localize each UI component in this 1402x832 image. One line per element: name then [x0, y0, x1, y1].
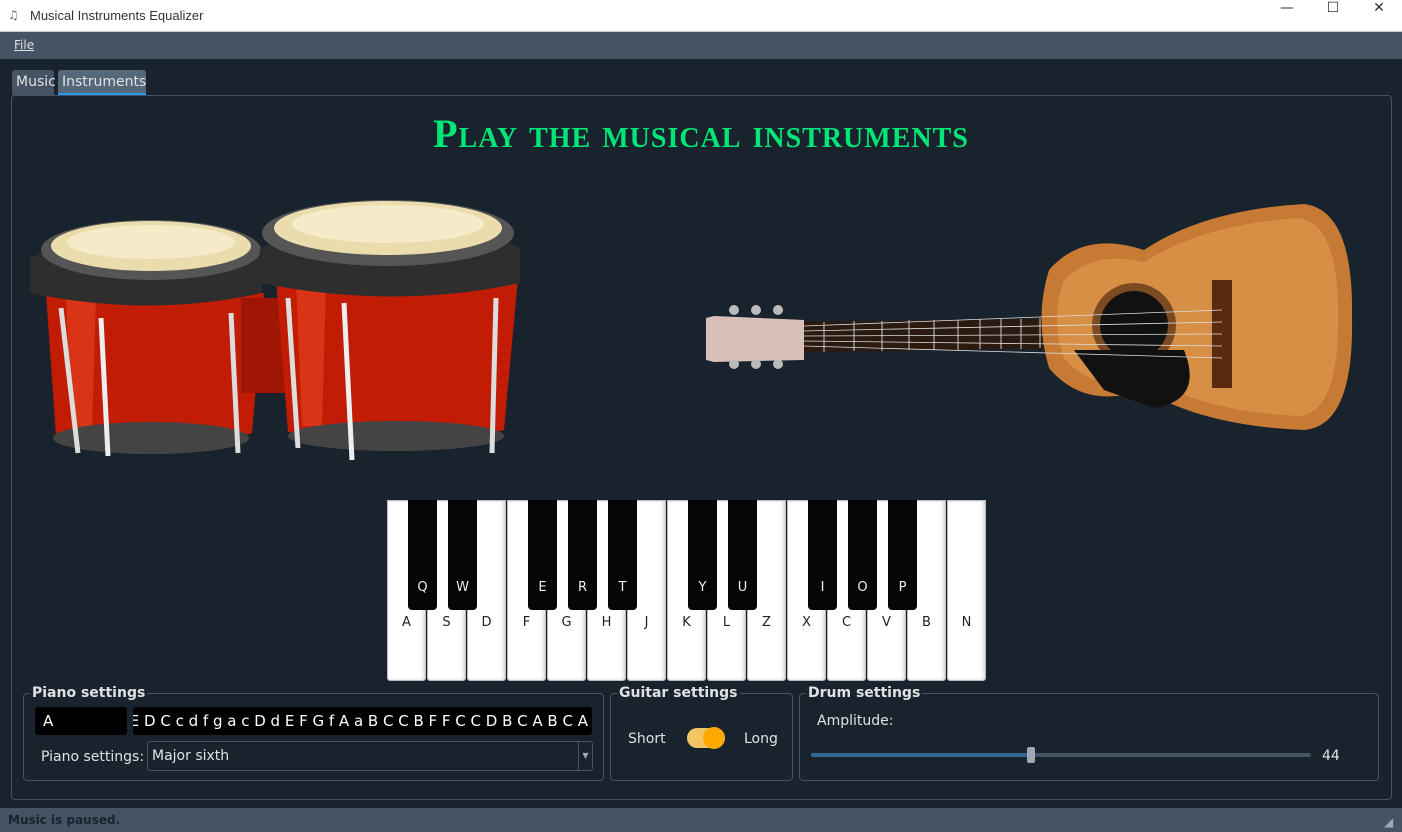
piano-keyboard: A S D F G H J K L Z X C V B N Q W E R T …	[387, 500, 987, 681]
guitar-settings-title: Guitar settings	[617, 685, 740, 701]
piano-key-black[interactable]: E	[528, 500, 557, 610]
drum-settings-title: Drum settings	[806, 685, 923, 701]
piano-key-black[interactable]: U	[728, 500, 757, 610]
piano-key-black[interactable]: O	[848, 500, 877, 610]
maximize-button[interactable]: ☐	[1310, 0, 1356, 31]
tab-instruments[interactable]: Instruments	[58, 70, 146, 95]
current-note-display: A	[35, 707, 127, 735]
app-icon: ♫	[8, 8, 19, 22]
close-button[interactable]: ✕	[1356, 0, 1402, 31]
guitar-long-label: Long	[744, 731, 778, 747]
left-bongo[interactable]	[30, 220, 264, 457]
right-bongo[interactable]	[260, 200, 520, 461]
status-bar: Music is paused. ◢	[0, 808, 1402, 832]
menu-bar: File	[0, 32, 1402, 59]
tab-music[interactable]: Music	[12, 70, 56, 95]
toggle-knob	[703, 727, 725, 749]
piano-settings-title: Piano settings	[30, 685, 148, 701]
piano-key-black[interactable]: T	[608, 500, 637, 610]
amplitude-slider-handle[interactable]	[1027, 747, 1035, 763]
piano-key-black[interactable]: W	[448, 500, 477, 610]
piano-mode-value: Major sixth	[152, 748, 230, 764]
amplitude-label: Amplitude:	[817, 713, 894, 729]
amplitude-slider[interactable]	[811, 747, 1311, 763]
piano-key-black[interactable]: I	[808, 500, 837, 610]
piano-mode-label: Piano settings:	[41, 749, 145, 765]
piano-key-black[interactable]: P	[888, 500, 917, 610]
chevron-down-icon[interactable]: ▼	[578, 742, 592, 770]
page-title: Play the musical instruments	[433, 111, 969, 156]
piano-settings-group: Piano settings A B C E D C c d f g a c D…	[23, 685, 604, 781]
bongo-drums-image[interactable]	[26, 198, 526, 466]
piano-key-white[interactable]: N	[947, 500, 986, 681]
piano-key-black[interactable]: R	[568, 500, 597, 610]
amplitude-slider-fill	[811, 753, 1031, 757]
piano-key-black[interactable]: Y	[688, 500, 717, 610]
note-sequence-display: B C E D C c d f g a c D d E F G f A a B …	[133, 707, 592, 735]
status-text: Music is paused.	[8, 813, 121, 827]
minimize-button[interactable]: —	[1264, 0, 1310, 31]
drum-settings-group: Drum settings Amplitude: 44	[799, 685, 1379, 781]
guitar-short-label: Short	[628, 731, 666, 747]
piano-key-black[interactable]: Q	[408, 500, 437, 610]
window-title: Musical Instruments Equalizer	[30, 8, 204, 23]
amplitude-value: 44	[1322, 748, 1340, 764]
acoustic-guitar-image[interactable]	[704, 200, 1356, 436]
guitar-settings-group: Guitar settings Short Long	[610, 685, 793, 781]
guitar-length-toggle[interactable]	[687, 727, 725, 749]
piano-mode-select[interactable]: Major sixth ▼	[147, 741, 593, 771]
title-bar: ♫ Musical Instruments Equalizer — ☐ ✕	[0, 0, 1402, 32]
resize-grip-icon[interactable]: ◢	[1384, 815, 1398, 829]
menu-file[interactable]: File	[14, 38, 34, 52]
